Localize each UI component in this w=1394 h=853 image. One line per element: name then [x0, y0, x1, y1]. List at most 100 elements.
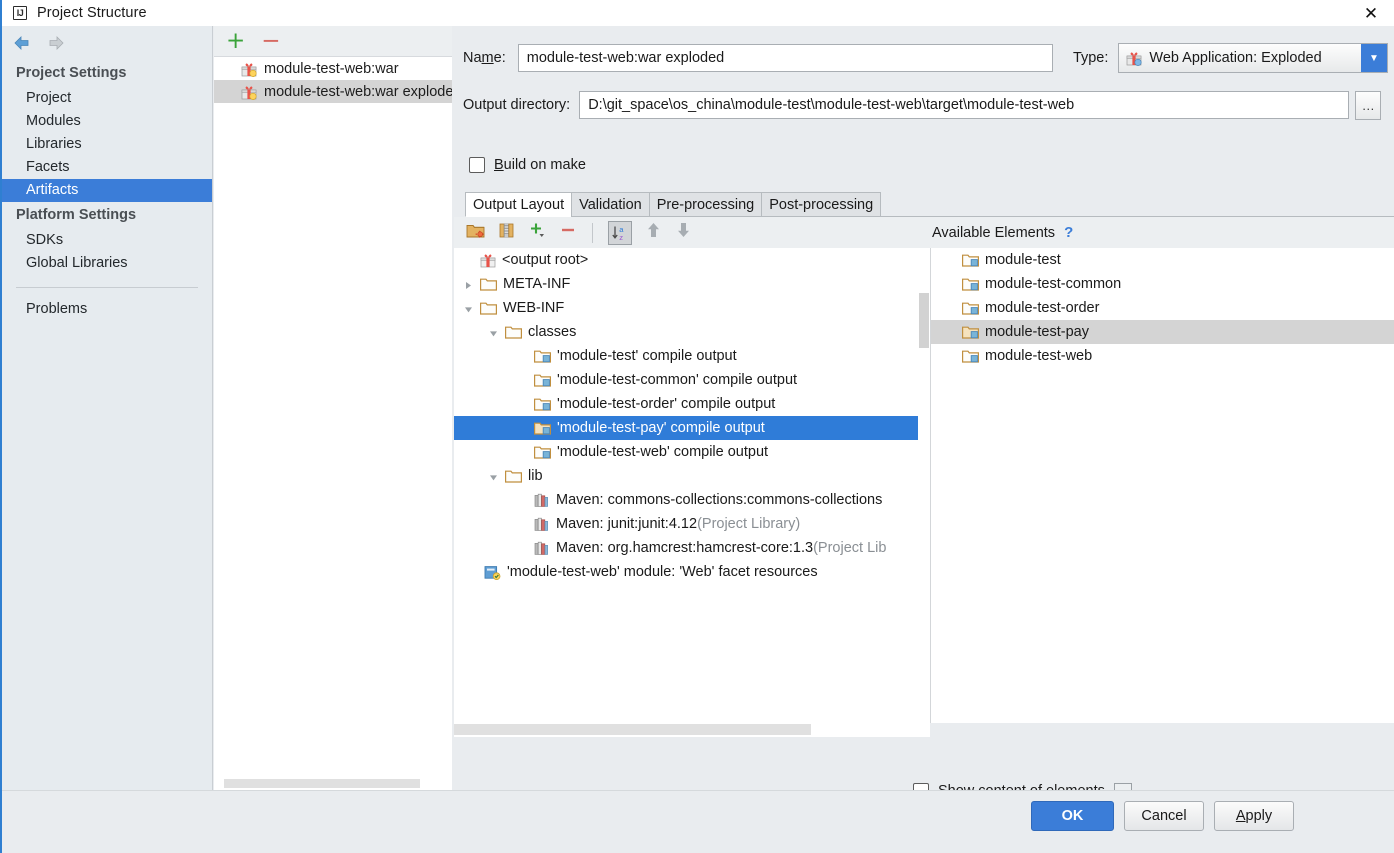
- module-folder-icon: [962, 325, 979, 339]
- tree-node-label: 'module-test-order' compile output: [557, 396, 775, 412]
- artifact-gift-icon: [1126, 50, 1142, 66]
- sidebar-item-sdks[interactable]: SDKs: [2, 229, 212, 252]
- build-on-make-row[interactable]: Build on make: [469, 157, 586, 173]
- list-item[interactable]: module-test-pay: [931, 320, 1394, 344]
- tree-node-suffix: (Project Library): [697, 516, 800, 532]
- artifact-name-input[interactable]: module-test-web:war exploded: [518, 44, 1053, 72]
- available-elements-title: Available Elements: [932, 225, 1055, 241]
- forward-arrow-icon[interactable]: [46, 33, 66, 53]
- tab-pre-processing[interactable]: Pre-processing: [649, 192, 763, 217]
- help-icon[interactable]: ?: [1064, 224, 1073, 241]
- folder-icon: [480, 301, 497, 315]
- folder-icon: [505, 325, 522, 339]
- ok-button[interactable]: OK: [1031, 801, 1114, 831]
- move-up-icon[interactable]: [645, 221, 662, 244]
- list-item[interactable]: module-test: [931, 248, 1394, 272]
- add-copy-icon[interactable]: [528, 221, 546, 244]
- sidebar-item-global-libraries[interactable]: Global Libraries: [2, 252, 212, 275]
- tree-node[interactable]: <output root>: [454, 248, 930, 272]
- tree-node-suffix: (Project Lib: [813, 540, 886, 556]
- chevron-down-icon[interactable]: [488, 327, 499, 338]
- chevron-down-icon[interactable]: [463, 303, 474, 314]
- chevron-down-icon[interactable]: ▼: [1361, 44, 1387, 72]
- tree-node[interactable]: 'module-test-web' module: 'Web' facet re…: [454, 560, 930, 584]
- type-label: Type:: [1073, 50, 1108, 66]
- artifact-type-dropdown[interactable]: Web Application: Exploded ▼: [1118, 43, 1388, 73]
- list-item[interactable]: module-test-web:war: [214, 57, 452, 80]
- tree-node[interactable]: lib: [454, 464, 930, 488]
- artifacts-list: module-test-web:war module-test-web:war …: [214, 56, 452, 790]
- remove-icon[interactable]: [559, 221, 577, 244]
- scrollbar-thumb[interactable]: [919, 293, 929, 348]
- tree-node[interactable]: 'module-test-web' compile output: [454, 440, 930, 464]
- dialog-footer: http://blog.csdn.net/ OK Cancel Apply X …: [2, 790, 1394, 853]
- module-folder-icon: [962, 277, 979, 291]
- tree-node[interactable]: classes: [454, 320, 930, 344]
- sidebar-item-project[interactable]: Project: [2, 87, 212, 110]
- remove-artifact-button[interactable]: −: [261, 30, 280, 53]
- tree-node-label: Maven: commons-collections:commons-colle…: [556, 492, 882, 508]
- cancel-button[interactable]: Cancel: [1124, 801, 1204, 831]
- list-item-label: module-test-common: [985, 276, 1121, 292]
- tree-node-label: WEB-INF: [503, 300, 564, 316]
- apply-button[interactable]: Apply: [1214, 801, 1294, 831]
- name-label: Name:: [463, 50, 506, 66]
- list-item[interactable]: module-test-web:war exploded: [214, 80, 452, 103]
- tree-node[interactable]: 'module-test-common' compile output: [454, 368, 930, 392]
- tab-post-processing[interactable]: Post-processing: [761, 192, 881, 217]
- sidebar-item-artifacts[interactable]: Artifacts: [2, 179, 212, 202]
- output-tree-horizontal-scrollbar[interactable]: [454, 723, 930, 737]
- tab-validation[interactable]: Validation: [571, 192, 650, 217]
- folder-icon: [505, 469, 522, 483]
- list-item[interactable]: module-test-web: [931, 344, 1394, 368]
- artifacts-horizontal-scrollbar[interactable]: [214, 777, 451, 790]
- output-directory-label: Output directory:: [463, 97, 570, 113]
- sidebar-item-problems[interactable]: Problems: [2, 298, 212, 321]
- build-on-make-label: Build on make: [494, 157, 586, 173]
- tree-node-label: 'module-test-web' module: 'Web' facet re…: [507, 564, 818, 580]
- window-title: Project Structure: [37, 5, 147, 21]
- output-tree-vertical-scrollbar[interactable]: [918, 248, 930, 723]
- browse-output-directory-button[interactable]: …: [1355, 91, 1381, 120]
- list-item-label: module-test-web:war exploded: [264, 84, 452, 100]
- title-bar: IJ Project Structure ✕: [2, 0, 1394, 26]
- svg-text:z: z: [619, 233, 623, 242]
- tree-node[interactable]: META-INF: [454, 272, 930, 296]
- list-item[interactable]: module-test-common: [931, 272, 1394, 296]
- tree-node[interactable]: Maven: org.hamcrest:hamcrest-core:1.3 (P…: [454, 536, 930, 560]
- add-artifact-button[interactable]: +: [226, 30, 245, 53]
- sidebar-item-facets[interactable]: Facets: [2, 156, 212, 179]
- project-structure-dialog: IJ Project Structure ✕ Project Settings …: [0, 0, 1394, 853]
- chevron-down-icon[interactable]: [488, 471, 499, 482]
- available-elements-header: Available Elements ?: [930, 217, 1394, 248]
- list-item[interactable]: module-test-order: [931, 296, 1394, 320]
- artifact-gift-icon: [241, 84, 257, 100]
- list-item-label: module-test-pay: [985, 324, 1089, 340]
- tree-node[interactable]: 'module-test' compile output: [454, 344, 930, 368]
- tree-node[interactable]: Maven: commons-collections:commons-colle…: [454, 488, 930, 512]
- build-on-make-checkbox[interactable]: [469, 157, 485, 173]
- tree-node[interactable]: WEB-INF: [454, 296, 930, 320]
- tree-node[interactable]: 'module-test-pay' compile output: [454, 416, 930, 440]
- sidebar-item-modules[interactable]: Modules: [2, 110, 212, 133]
- create-directory-icon[interactable]: [466, 222, 485, 244]
- tree-node[interactable]: Maven: junit:junit:4.12 (Project Library…: [454, 512, 930, 536]
- tree-node[interactable]: 'module-test-order' compile output: [454, 392, 930, 416]
- move-down-icon[interactable]: [675, 221, 692, 244]
- sidebar-group-title: Platform Settings: [2, 202, 212, 229]
- output-directory-input[interactable]: D:\git_space\os_china\module-test\module…: [579, 91, 1349, 119]
- tab-output-layout[interactable]: Output Layout: [465, 192, 572, 217]
- library-icon: [534, 541, 550, 556]
- close-icon[interactable]: ✕: [1348, 0, 1394, 26]
- chevron-right-icon[interactable]: [463, 279, 474, 290]
- facet-icon: [484, 565, 501, 580]
- sort-alphabetically-icon[interactable]: a z: [608, 221, 632, 245]
- sidebar-item-libraries[interactable]: Libraries: [2, 133, 212, 156]
- scrollbar-thumb[interactable]: [454, 724, 811, 735]
- create-archive-icon[interactable]: [498, 222, 515, 244]
- back-arrow-icon[interactable]: [12, 33, 32, 53]
- list-item-label: module-test-web: [985, 348, 1092, 364]
- tree-node-label: Maven: junit:junit:4.12: [556, 516, 697, 532]
- artifact-editor-panel: Name: module-test-web:war exploded Type:: [453, 26, 1394, 790]
- scrollbar-thumb[interactable]: [224, 779, 420, 788]
